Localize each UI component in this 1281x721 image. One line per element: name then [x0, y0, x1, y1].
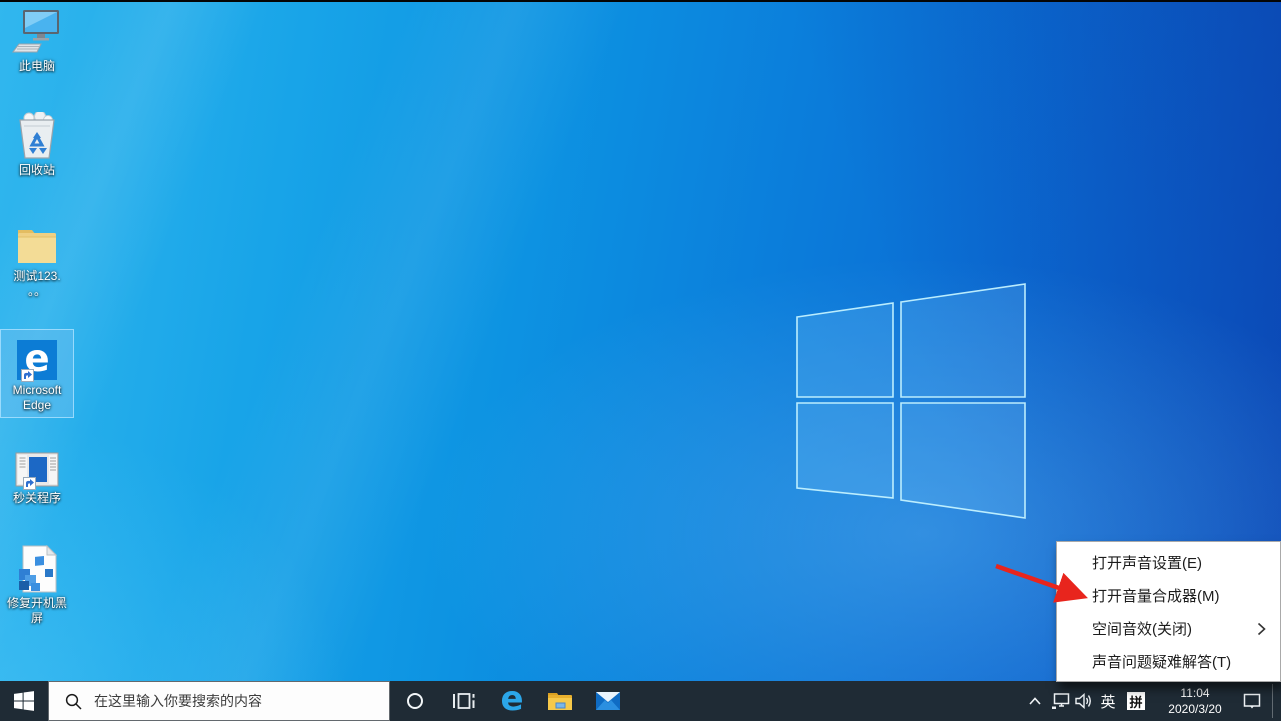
desktop-icon-label: Microsoft	[13, 383, 62, 398]
desktop-icon-test-folder[interactable]: 测试123. 。。	[1, 218, 73, 299]
ime-pinyin-badge: 拼	[1127, 692, 1145, 710]
file-explorer-icon	[547, 690, 573, 712]
menu-item-spatial-sound[interactable]: 空间音效(关闭)	[1057, 612, 1280, 645]
desktop-icon-label-line2: 。。	[28, 284, 46, 299]
desktop-icon-label: 测试123.	[13, 269, 60, 284]
edge-taskbar-button[interactable]: e	[488, 681, 536, 721]
search-input[interactable]	[92, 692, 376, 710]
file-explorer-button[interactable]	[536, 681, 584, 721]
tray-overflow-button[interactable]	[1024, 681, 1046, 721]
cortana-icon	[407, 693, 423, 709]
mail-icon	[595, 691, 621, 711]
desktop: 此电脑 回收站	[0, 0, 1281, 721]
clock-time: 11:04	[1153, 685, 1237, 701]
edge-icon: e	[500, 684, 523, 714]
ime-mode-button[interactable]: 英	[1096, 681, 1120, 721]
network-tray-button[interactable]	[1048, 681, 1072, 721]
shortcut-arrow-icon	[23, 477, 36, 490]
action-center-button[interactable]	[1234, 681, 1270, 721]
desktop-icon-quick-close-program[interactable]: 秒关程序	[1, 440, 73, 506]
task-view-icon	[452, 690, 476, 712]
taskbar-search[interactable]	[48, 681, 390, 721]
desktop-icon-label: 修复开机黑	[7, 596, 67, 611]
desktop-icon-microsoft-edge[interactable]: e Microsoft Edge	[1, 330, 73, 417]
desktop-icon-label: 回收站	[19, 163, 55, 178]
submenu-chevron-icon	[1257, 622, 1266, 636]
desktop-icon-label-line2: Edge	[23, 398, 51, 413]
app-window-icon	[15, 452, 59, 488]
menu-item-troubleshoot-sound[interactable]: 声音问题疑难解答(T)	[1057, 645, 1280, 678]
mail-button[interactable]	[584, 681, 632, 721]
volume-tray-button[interactable]	[1072, 681, 1096, 721]
this-pc-icon	[11, 8, 63, 56]
ime-mode-label: 英	[1100, 691, 1115, 712]
task-view-button[interactable]	[440, 681, 488, 721]
search-icon	[65, 693, 82, 710]
windows-start-icon	[14, 691, 34, 711]
desktop-icon-this-pc[interactable]: 此电脑	[1, 8, 73, 74]
taskbar-clock[interactable]: 11:04 2020/3/20	[1153, 681, 1237, 721]
network-icon	[1051, 693, 1070, 710]
cortana-button[interactable]	[390, 681, 440, 721]
folder-icon	[14, 224, 60, 266]
volume-context-menu: 打开声音设置(E) 打开音量合成器(M) 空间音效(关闭) 声音问题疑难解答(T…	[1056, 541, 1281, 682]
recycle-bin-icon	[15, 112, 59, 160]
show-desktop-button[interactable]	[1273, 681, 1281, 721]
windows-wallpaper-logo	[790, 278, 1030, 523]
start-button[interactable]	[0, 681, 48, 721]
desktop-icon-label: 此电脑	[19, 59, 55, 74]
chevron-up-icon	[1029, 697, 1041, 705]
ime-badge-button[interactable]: 拼	[1124, 681, 1148, 721]
action-center-icon	[1243, 693, 1261, 710]
top-edge-artifact	[0, 0, 1281, 2]
registry-file-icon	[15, 545, 59, 593]
menu-item-open-sound-settings[interactable]: 打开声音设置(E)	[1057, 546, 1280, 579]
clock-date: 2020/3/20	[1153, 701, 1237, 717]
shortcut-arrow-icon	[21, 369, 34, 382]
desktop-icon-recycle-bin[interactable]: 回收站	[1, 112, 73, 178]
desktop-icon-label: 秒关程序	[13, 491, 61, 506]
desktop-icon-label-line2: 屏	[31, 611, 43, 626]
desktop-icon-fix-boot-black-screen[interactable]: 修复开机黑 屏	[1, 545, 73, 626]
taskbar: e	[0, 681, 1281, 721]
menu-item-open-volume-mixer[interactable]: 打开音量合成器(M)	[1057, 579, 1280, 612]
speaker-icon	[1075, 693, 1093, 709]
